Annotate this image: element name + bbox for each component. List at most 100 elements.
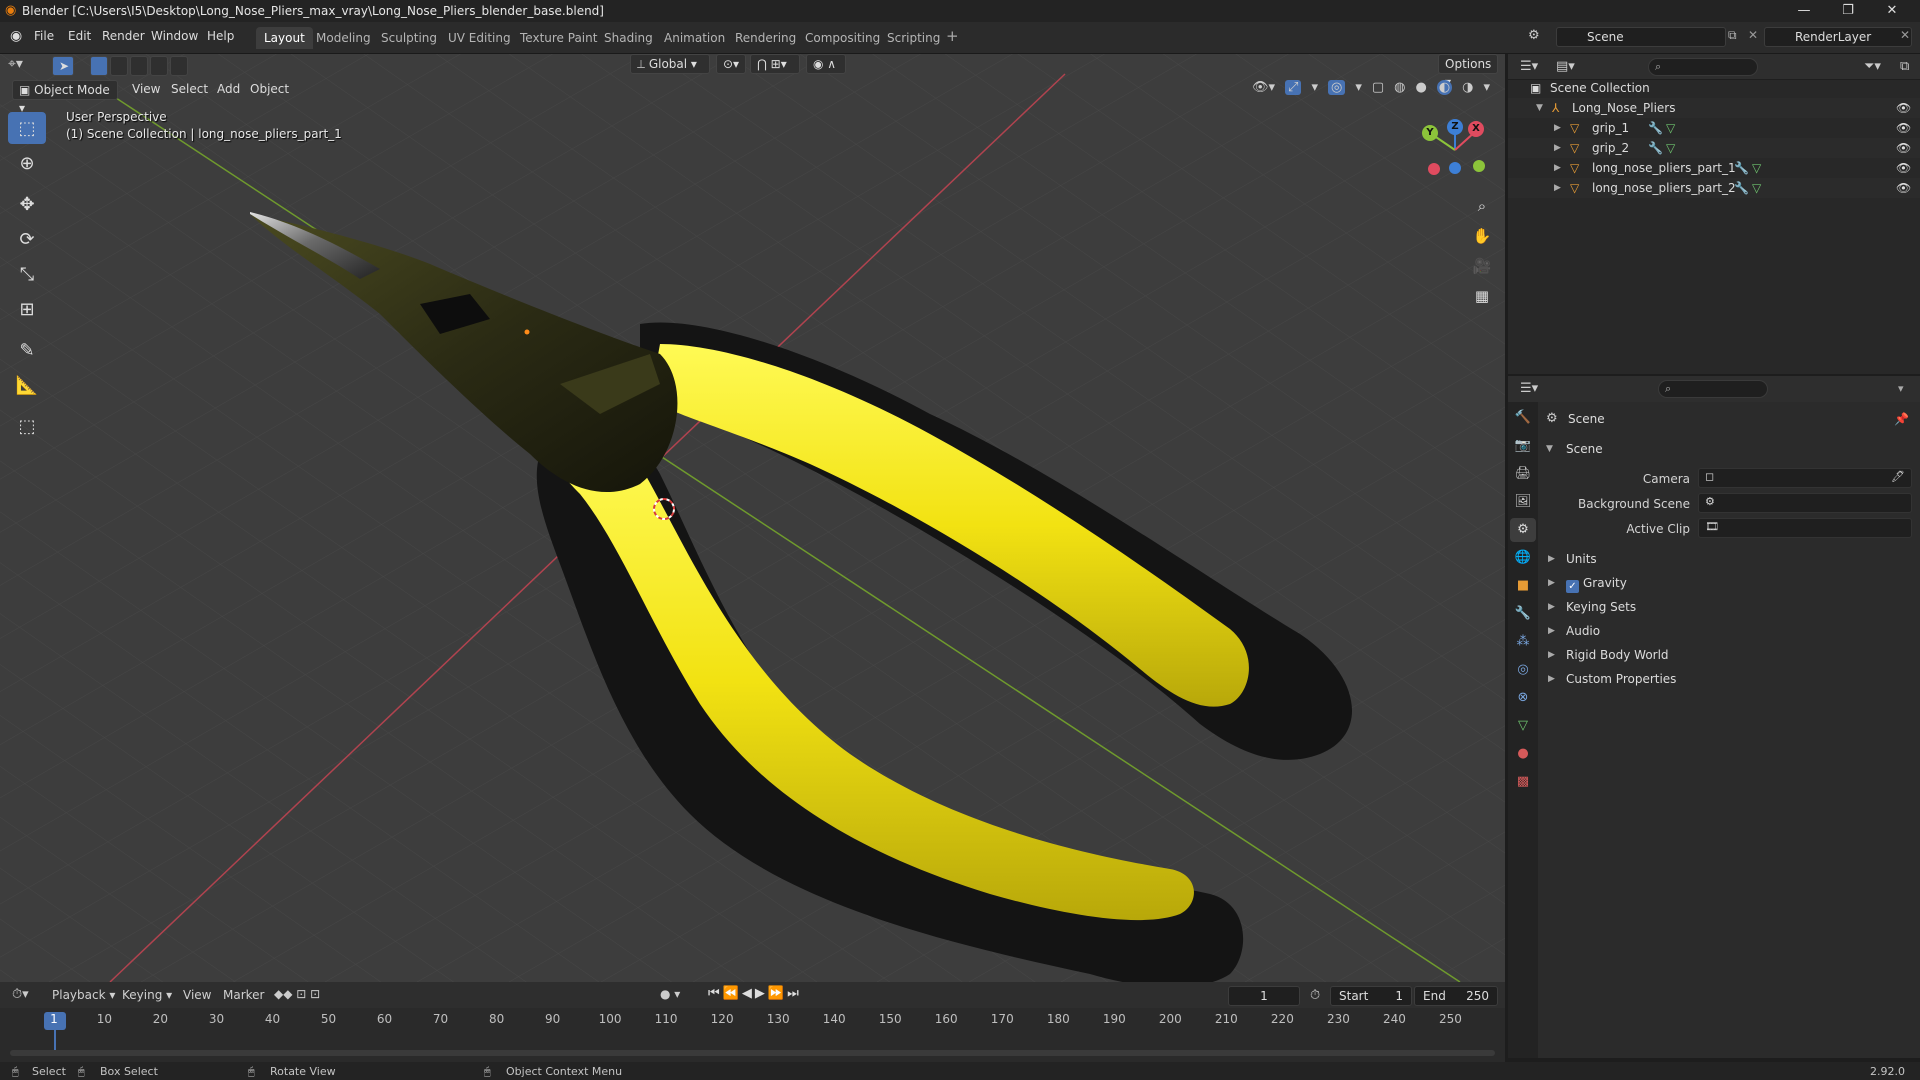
tab-layout[interactable]: Layout (256, 27, 313, 49)
modifier-wrench-icon[interactable]: 🔧 (1648, 138, 1663, 158)
gizmo-neg-y-icon[interactable] (1473, 160, 1485, 172)
gizmo-dropdown-icon[interactable]: ▾ (1311, 80, 1318, 95)
select-tool-button[interactable]: ➤ (52, 56, 74, 76)
render-tab-icon[interactable]: 📷 (1510, 434, 1536, 458)
panel-units[interactable]: ▶ Units (1538, 548, 1920, 570)
panel-rigid-body-world[interactable]: ▶ Rigid Body World (1538, 644, 1920, 666)
gizmo-neg-z-icon[interactable] (1449, 162, 1461, 174)
tool-measure[interactable]: 📐 (8, 369, 46, 401)
eye-visibility-icon[interactable]: 👁 (1896, 98, 1911, 118)
options-button[interactable]: Options ▾ (1438, 54, 1498, 89)
tab-rendering[interactable]: Rendering (727, 27, 804, 49)
select-intersect-icon[interactable] (170, 56, 188, 76)
camera-field[interactable]: ◻ 🖊 (1698, 468, 1912, 488)
start-frame-field[interactable]: Start 1 (1330, 986, 1412, 1006)
navigation-gizmo[interactable]: Y Z X (1400, 115, 1490, 185)
tab-texture-paint[interactable]: Texture Paint (512, 27, 605, 49)
tab-compositing[interactable]: Compositing (797, 27, 888, 49)
mesh-data-icon[interactable]: ▽ (1666, 138, 1675, 158)
physics-tab-icon[interactable]: ◎ (1510, 658, 1536, 682)
select-subtract-icon[interactable] (130, 56, 148, 76)
expand-triangle-icon[interactable]: ▶ (1554, 158, 1561, 178)
eye-visibility-icon[interactable]: 👁 (1896, 158, 1911, 178)
view-layer-remove-icon[interactable]: ✕ (1900, 28, 1910, 42)
pan-hand-icon[interactable]: ✋ (1468, 222, 1496, 250)
outliner-editor-icon[interactable]: ☰▾ (1520, 59, 1538, 74)
expand-triangle-icon[interactable]: ▶ (1554, 118, 1561, 138)
eye-visibility-icon[interactable]: 👁 (1896, 178, 1911, 198)
modifier-tab-icon[interactable]: 🔧 (1510, 602, 1536, 626)
modifier-wrench-icon[interactable]: 🔧 (1734, 178, 1749, 198)
background-scene-field[interactable]: ⚙ (1698, 493, 1912, 513)
tool-cursor[interactable]: ⊕ (8, 147, 46, 179)
eye-visibility-icon[interactable]: 👁 (1896, 138, 1911, 158)
viewport-menu-object[interactable]: Object (250, 82, 289, 96)
menu-help[interactable]: Help (207, 29, 234, 43)
properties-options-icon[interactable]: ▾ (1898, 382, 1904, 395)
menu-render[interactable]: Render (102, 29, 145, 43)
world-tab-icon[interactable]: 🌐 (1510, 546, 1536, 570)
timeline-menu-playback[interactable]: Playback ▾ (52, 988, 115, 1002)
panel-scene-header[interactable]: ▼ Scene (1538, 438, 1920, 460)
visibility-eye-icon[interactable]: 👁▾ (1252, 80, 1275, 95)
pin-icon[interactable]: 📌 (1894, 412, 1909, 426)
panel-keying-sets[interactable]: ▶ Keying Sets (1538, 596, 1920, 618)
current-frame-field[interactable]: 1 (1228, 986, 1300, 1006)
tab-sculpting[interactable]: Sculpting (373, 27, 445, 49)
editor-type-button[interactable]: ⌖▾ (8, 56, 23, 72)
tool-move[interactable]: ✥ (8, 188, 46, 220)
shading-rendered-icon[interactable]: ◑ (1462, 80, 1473, 95)
3d-viewport[interactable] (0, 54, 1505, 982)
viewport-menu-view[interactable]: View (132, 82, 160, 96)
panel-audio[interactable]: ▶ Audio (1538, 620, 1920, 642)
gravity-checkbox[interactable]: ✓ (1566, 580, 1579, 593)
mesh-data-icon[interactable]: ▽ (1666, 118, 1675, 138)
outliner-row-object[interactable]: ▶ ▽ grip_1 🔧 ▽ 👁 (1508, 118, 1920, 138)
xray-toggle-icon[interactable]: ▢ (1372, 80, 1384, 95)
tab-uv-editing[interactable]: UV Editing (440, 27, 519, 49)
end-frame-field[interactable]: End 250 (1414, 986, 1498, 1006)
record-icon[interactable]: ● ▾ (660, 987, 680, 1001)
select-extend-icon[interactable] (110, 56, 128, 76)
timeline-menu-view[interactable]: View (183, 988, 211, 1002)
tab-scripting[interactable]: Scripting (879, 27, 948, 49)
expand-triangle-icon[interactable]: ▶ (1554, 138, 1561, 158)
mesh-data-icon[interactable]: ▽ (1752, 158, 1761, 178)
select-new-icon[interactable] (90, 56, 108, 76)
camera-view-icon[interactable]: 🎥 (1468, 252, 1496, 280)
modifier-wrench-icon[interactable]: 🔧 (1648, 118, 1663, 138)
menu-edit[interactable]: Edit (68, 29, 91, 43)
gizmo-x-icon[interactable]: X (1468, 121, 1484, 137)
gizmo-y-icon[interactable]: Y (1422, 125, 1438, 141)
tool-scale[interactable]: ⤡ (8, 258, 46, 290)
expand-triangle-icon[interactable]: ▶ (1554, 178, 1561, 198)
close-button[interactable]: ✕ (1872, 0, 1912, 22)
outliner-row-collection[interactable]: ▼ ⅄ Long_Nose_Pliers 👁 (1508, 98, 1920, 118)
shading-material-icon[interactable]: ◐ (1436, 80, 1453, 95)
outliner-search-input[interactable]: ⌕ (1648, 58, 1758, 76)
timeline-ruler[interactable]: 1 10 20 30 40 50 60 70 80 90 100 110 120 130 140 150 160… (0, 1008, 1505, 1032)
maximize-button[interactable]: ❐ (1828, 0, 1868, 22)
tool-add-cube[interactable]: ⬚ (8, 410, 46, 442)
properties-editor-icon[interactable]: ☰▾ (1520, 381, 1538, 396)
eye-visibility-icon[interactable]: 👁 (1896, 118, 1911, 138)
scene-selector[interactable]: Scene (1556, 27, 1726, 47)
preview-range-icon[interactable]: ⏱ (1310, 988, 1320, 1003)
timeline-menu-keying[interactable]: Keying ▾ (122, 988, 172, 1002)
outliner-row-scene-collection[interactable]: ▣ Scene Collection (1508, 78, 1920, 98)
tool-rotate[interactable]: ⟳ (8, 223, 46, 255)
keyframe-navigation-icon[interactable]: ◆◆ ⊡ ⊡ (274, 987, 320, 1001)
playback-controls-icon[interactable]: ⏮⏪◀▶⏩⏭ (708, 986, 802, 1001)
constraints-tab-icon[interactable]: ⊗ (1510, 686, 1536, 710)
tab-animation[interactable]: Animation (656, 27, 733, 49)
display-mode-icon[interactable]: ▤▾ (1556, 59, 1575, 74)
tool-transform[interactable]: ⊞ (8, 293, 46, 325)
tool-tab-icon[interactable]: 🔨 (1510, 406, 1536, 430)
transform-orientation-select[interactable]: ⟂ Global ▾ (630, 54, 710, 74)
tool-annotate[interactable]: ✎ (8, 334, 46, 366)
panel-gravity[interactable]: ▶ ✓ Gravity (1538, 572, 1920, 594)
ortho-grid-icon[interactable]: ▦ (1468, 282, 1496, 310)
tool-select-box[interactable]: ⬚ (8, 112, 46, 144)
object-tab-icon[interactable]: ■ (1510, 574, 1536, 598)
tab-shading[interactable]: Shading (596, 27, 661, 49)
